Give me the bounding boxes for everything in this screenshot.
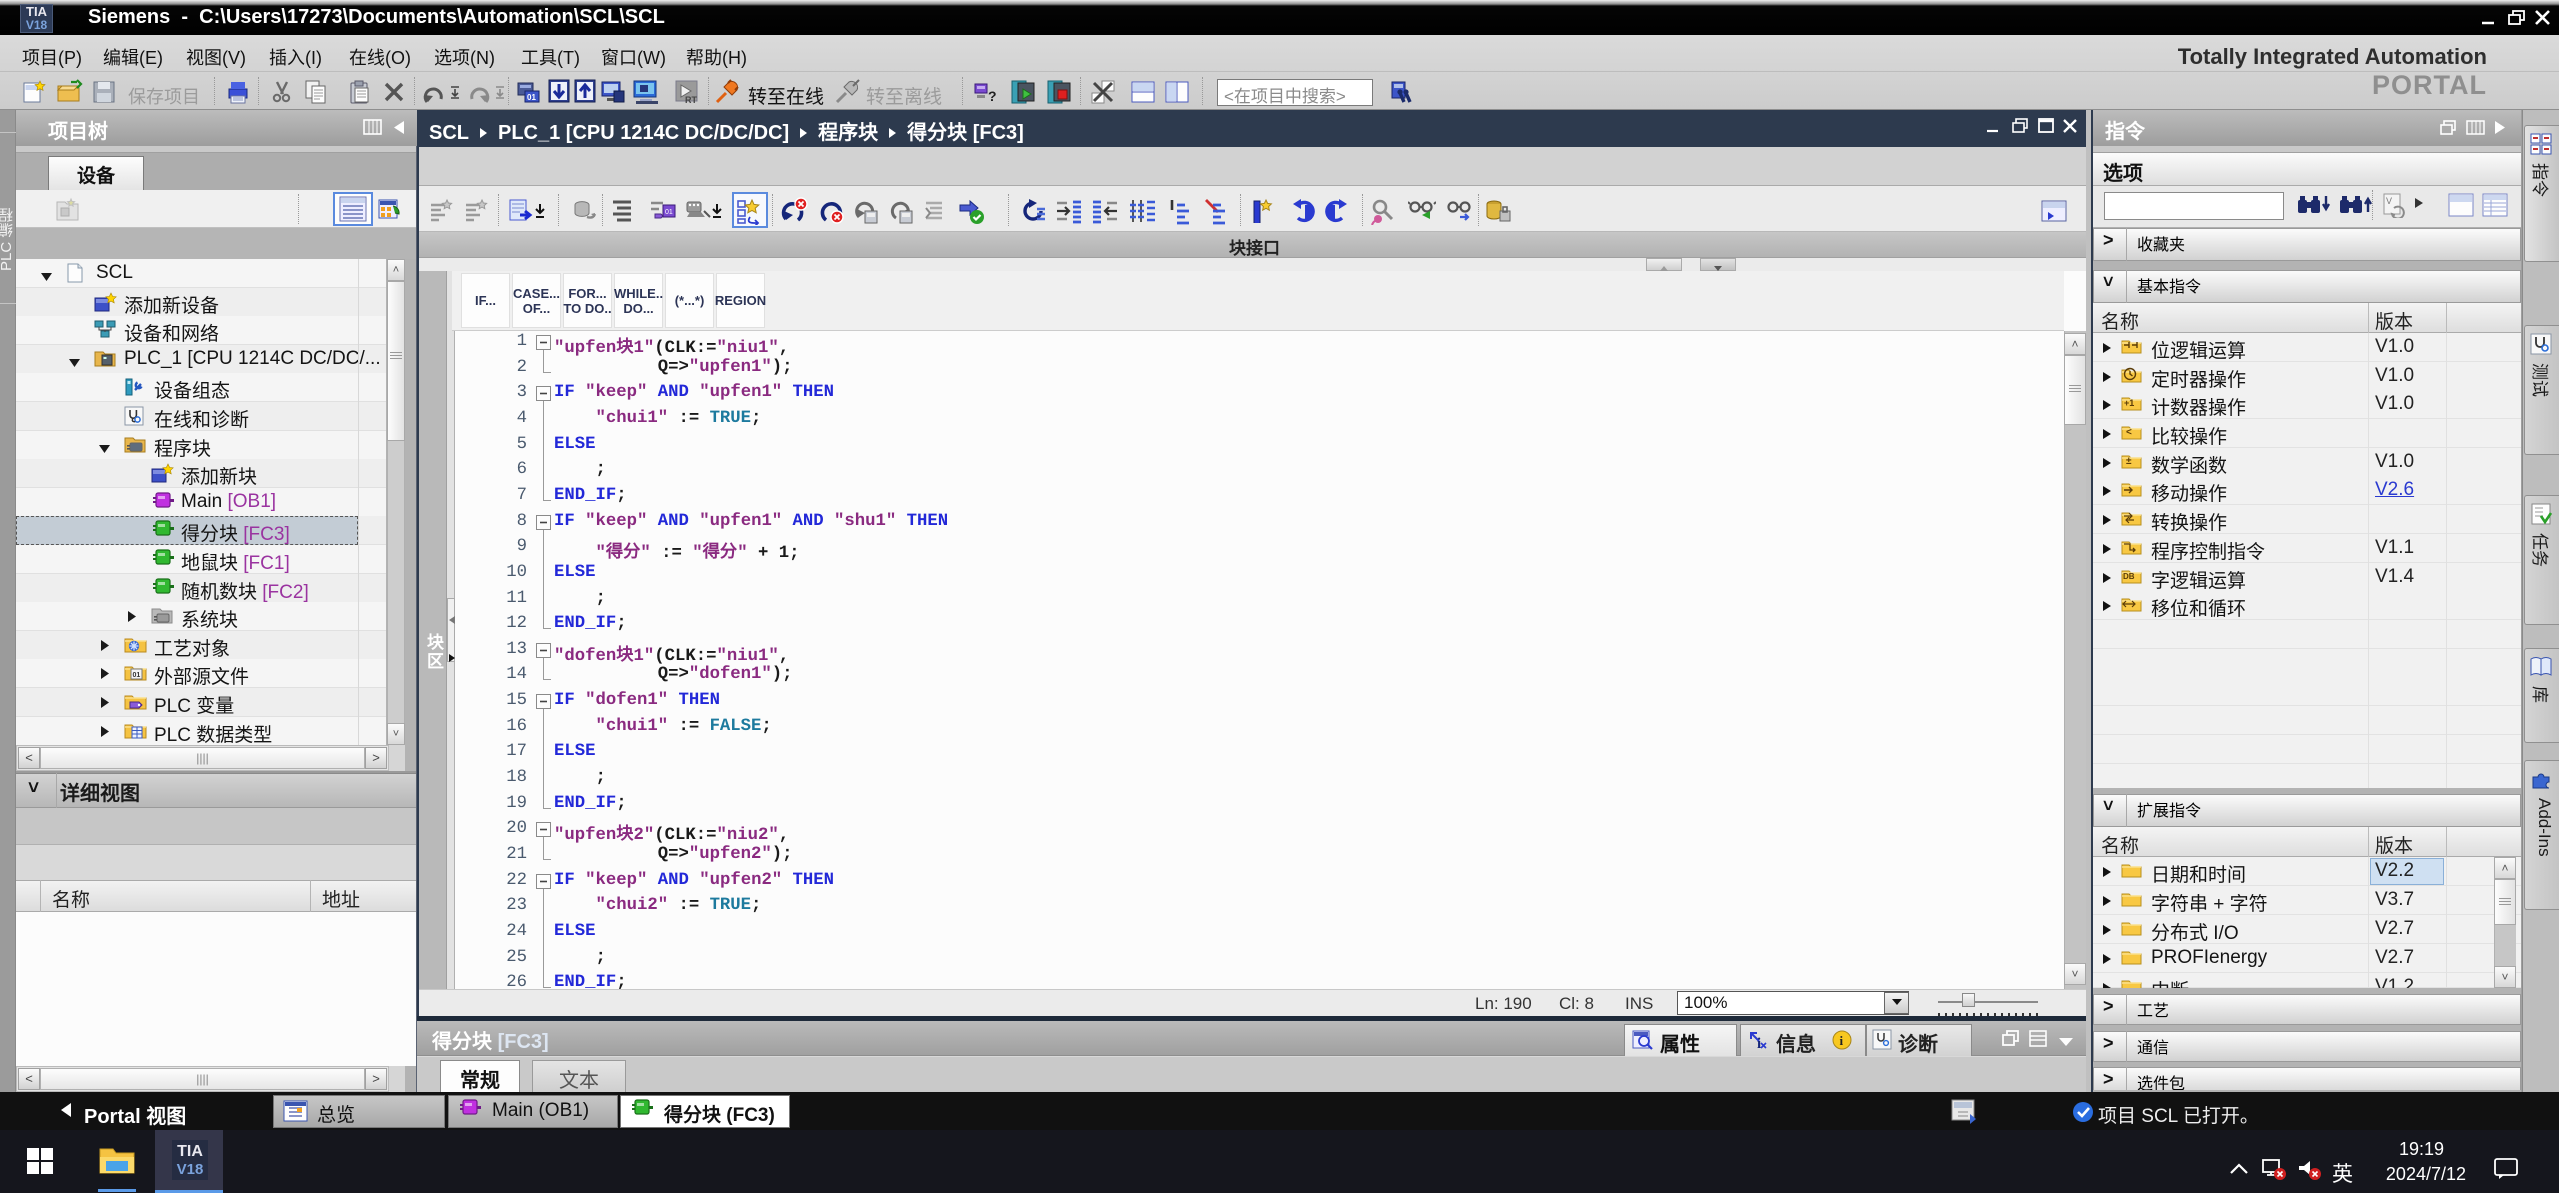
svg-text:+1: +1 xyxy=(2124,398,2134,408)
svg-text:V: V xyxy=(2386,196,2392,206)
svg-text:01: 01 xyxy=(133,672,141,679)
svg-text:01: 01 xyxy=(527,93,536,102)
svg-text:?: ? xyxy=(988,88,997,104)
svg-text:DB: DB xyxy=(2123,572,2135,581)
svg-text:RT: RT xyxy=(685,95,697,105)
svg-text:i: i xyxy=(1840,1033,1844,1048)
svg-text:±: ± xyxy=(2126,456,2132,467)
svg-text:<: < xyxy=(2126,427,2132,438)
svg-text:01: 01 xyxy=(665,209,673,216)
